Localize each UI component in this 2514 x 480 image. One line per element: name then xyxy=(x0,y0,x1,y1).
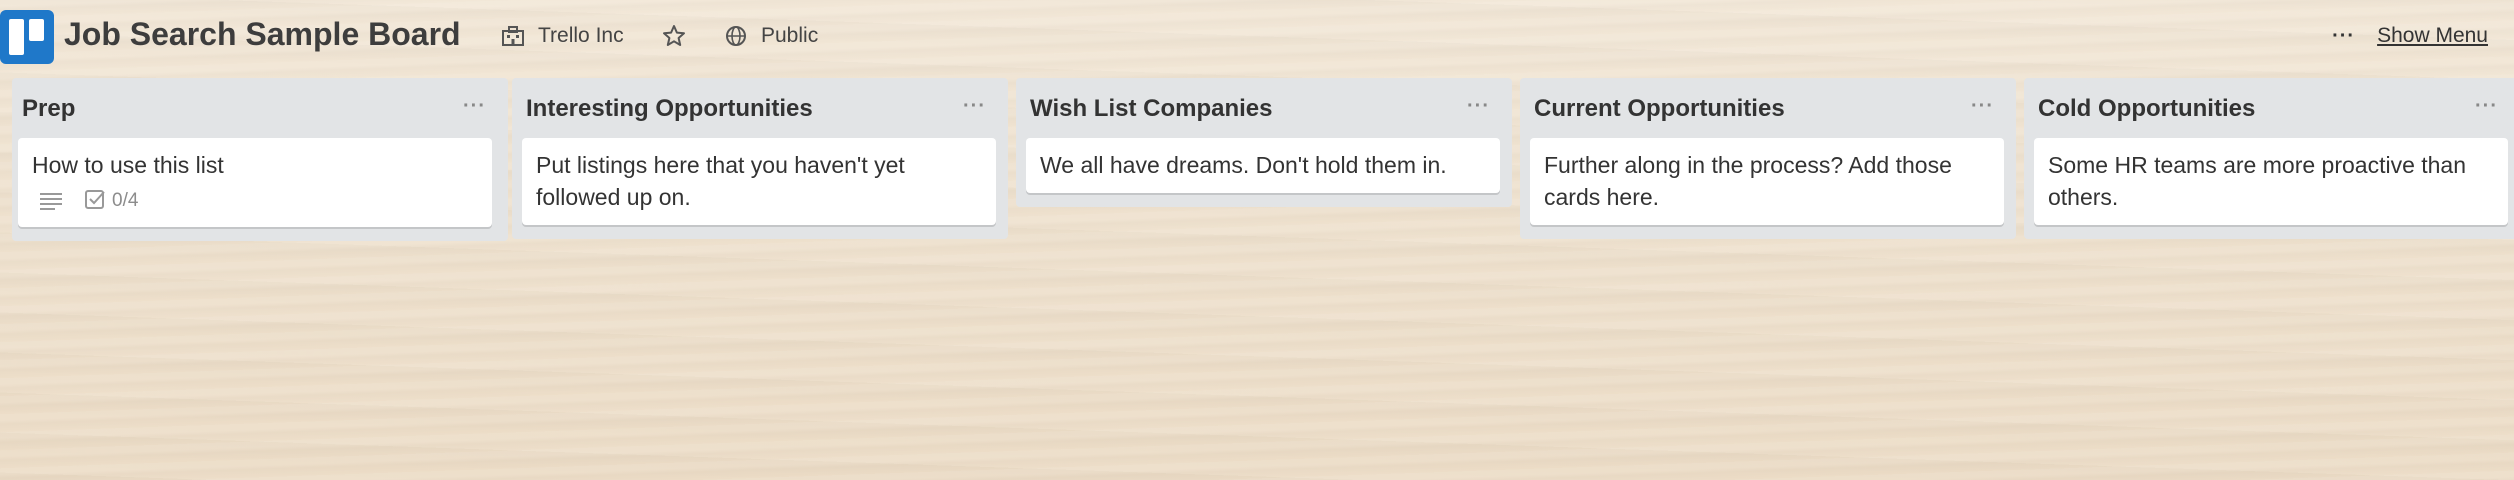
list-menu-icon[interactable]: ··· xyxy=(1971,95,1994,118)
trello-logo-icon[interactable] xyxy=(0,10,54,64)
list-title[interactable]: Interesting Opportunities xyxy=(526,95,813,123)
list-title[interactable]: Prep xyxy=(22,95,75,123)
description-icon xyxy=(40,192,62,210)
list-cold-opportunities: Cold Opportunities ··· Some HR teams are… xyxy=(2024,78,2514,239)
list-card[interactable]: Further along in the process? Add those … xyxy=(1530,138,2004,225)
list-menu-icon[interactable]: ··· xyxy=(963,95,986,118)
list-card[interactable]: Put listings here that you haven't yet f… xyxy=(522,138,996,225)
list-card[interactable]: We all have dreams. Don't hold them in. xyxy=(1026,138,1500,193)
card-title: We all have dreams. Don't hold them in. xyxy=(1040,152,1447,178)
list-card[interactable]: How to use this list 0/4 xyxy=(18,138,492,227)
globe-icon xyxy=(725,25,747,47)
star-button[interactable] xyxy=(662,20,686,52)
list-current-opportunities: Current Opportunities ··· Further along … xyxy=(1520,78,2016,239)
checklist-count: 0/4 xyxy=(112,190,139,211)
list-title[interactable]: Current Opportunities xyxy=(1534,95,1785,123)
card-title: Put listings here that you haven't yet f… xyxy=(536,152,905,210)
list-menu-icon[interactable]: ··· xyxy=(1467,95,1490,118)
logo-bar xyxy=(9,19,24,55)
logo-bar xyxy=(29,19,44,41)
visibility-label: Public xyxy=(761,24,819,47)
star-icon xyxy=(662,24,686,48)
card-title: Further along in the process? Add those … xyxy=(1544,152,1952,210)
organization-button[interactable]: Trello Inc xyxy=(502,20,624,52)
more-icon: ··· xyxy=(2332,24,2356,47)
list-header: Cold Opportunities ··· xyxy=(2024,78,2514,138)
board-header: Job Search Sample Board Trello Inc Publi… xyxy=(0,0,2514,72)
list-header: Wish List Companies ··· xyxy=(1016,78,1512,138)
list-menu-icon[interactable]: ··· xyxy=(2475,95,2498,118)
card-title: Some HR teams are more proactive than ot… xyxy=(2048,152,2467,210)
list-header: Current Opportunities ··· xyxy=(1520,78,2016,138)
list-title[interactable]: Wish List Companies xyxy=(1030,95,1272,123)
checklist-badge: 0/4 xyxy=(84,188,138,215)
card-badges: 0/4 xyxy=(40,187,478,215)
show-menu-label: Show Menu xyxy=(2377,24,2488,47)
list-interesting-opportunities: Interesting Opportunities ··· Put listin… xyxy=(512,78,1008,239)
list-title[interactable]: Cold Opportunities xyxy=(2038,95,2255,123)
list-card[interactable]: Some HR teams are more proactive than ot… xyxy=(2034,138,2508,225)
organization-label: Trello Inc xyxy=(538,24,624,47)
list-menu-icon[interactable]: ··· xyxy=(463,95,486,118)
board-title[interactable]: Job Search Sample Board xyxy=(64,16,461,53)
building-icon xyxy=(502,26,524,46)
show-menu-button[interactable]: ··· Show Menu xyxy=(2332,20,2488,52)
list-header: Prep ··· xyxy=(12,78,508,138)
list-wish-list-companies: Wish List Companies ··· We all have drea… xyxy=(1016,78,1512,207)
checkbox-icon xyxy=(84,188,106,215)
list-prep: Prep ··· How to use this list 0/4 xyxy=(12,78,508,241)
list-header: Interesting Opportunities ··· xyxy=(512,78,1008,138)
visibility-button[interactable]: Public xyxy=(725,20,818,52)
card-title: How to use this list xyxy=(32,152,224,178)
